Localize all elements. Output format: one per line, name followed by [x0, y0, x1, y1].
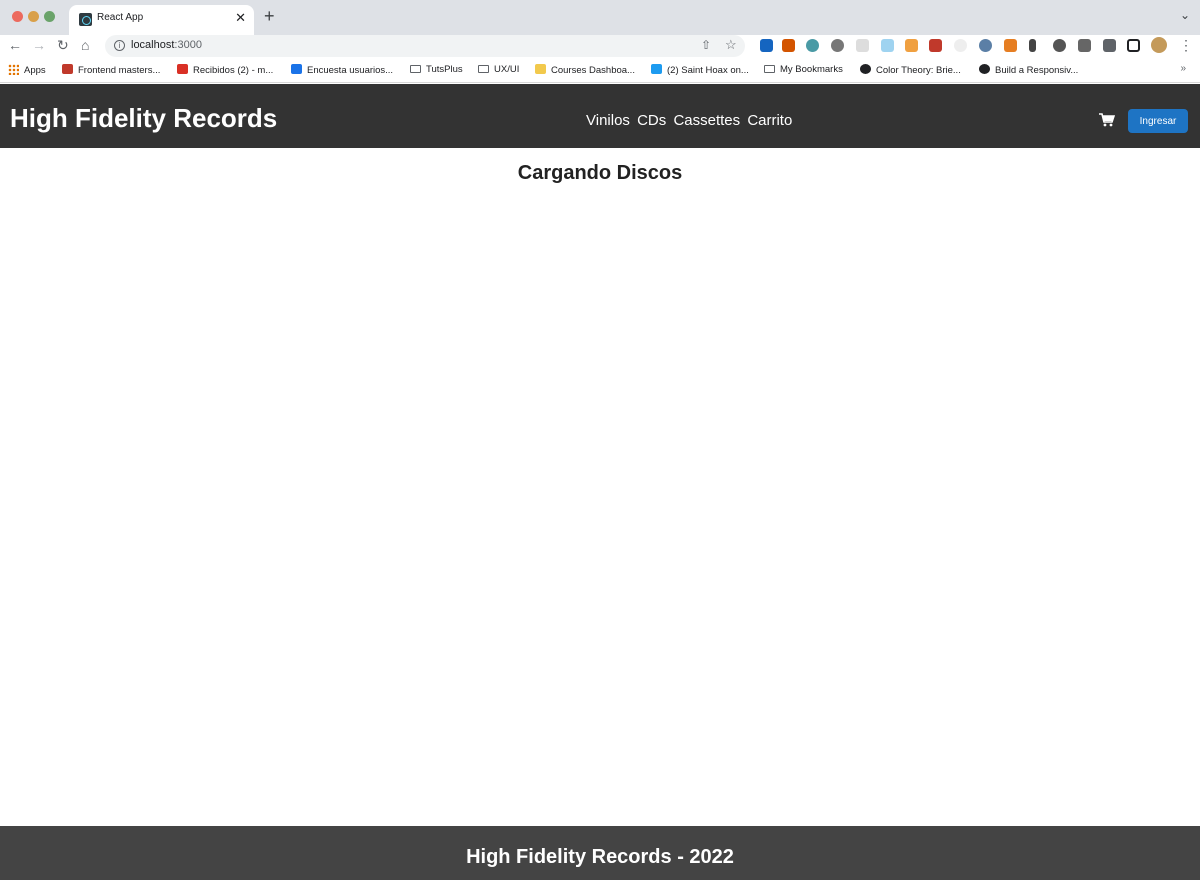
- bookmark-frontend-masters[interactable]: Frontend masters...: [62, 64, 160, 76]
- more-bookmarks-button[interactable]: »: [1180, 63, 1186, 74]
- window-minimize-button[interactable]: [28, 11, 39, 22]
- bookmark-star-icon[interactable]: ☆: [725, 37, 737, 53]
- bookmark-my-bookmarks[interactable]: My Bookmarks: [764, 64, 843, 75]
- brand-title[interactable]: High Fidelity Records: [10, 103, 277, 134]
- footer-text: High Fidelity Records - 2022: [466, 846, 734, 868]
- share-icon[interactable]: ⇧: [701, 38, 711, 52]
- bookmarks-bar: Apps Frontend masters... Recibidos (2) -…: [0, 59, 1200, 83]
- forms-icon: [291, 64, 302, 74]
- browser-toolbar: ← → ↻ ⌂ i localhost:3000 ⇧ ☆ ⋮: [0, 35, 1200, 59]
- folder-icon: [764, 65, 775, 73]
- build-icon: [979, 64, 990, 74]
- browser-tab[interactable]: React App ✕: [69, 5, 254, 35]
- extension-pen-icon[interactable]: [760, 39, 773, 52]
- extension-circle-icon[interactable]: [831, 39, 844, 52]
- reload-icon[interactable]: ↻: [57, 37, 69, 54]
- extension-recycle-icon[interactable]: [856, 39, 869, 52]
- back-arrow-icon[interactable]: ←: [8, 37, 22, 53]
- site-info-icon[interactable]: i: [114, 40, 125, 51]
- extension-white-icon[interactable]: [954, 39, 967, 52]
- side-panel-icon[interactable]: [1127, 39, 1140, 52]
- new-tab-button[interactable]: +: [264, 6, 275, 27]
- bookmark-build-responsive[interactable]: Build a Responsiv...: [979, 64, 1078, 76]
- browser-menu-icon[interactable]: ⋮: [1179, 37, 1193, 54]
- extension-m-icon[interactable]: [806, 39, 819, 52]
- cart-icon[interactable]: [1099, 113, 1115, 127]
- color-theory-icon: [860, 64, 871, 74]
- home-icon[interactable]: ⌂: [81, 37, 89, 53]
- bookmark-uxui[interactable]: UX/UI: [478, 64, 519, 75]
- forward-arrow-icon[interactable]: →: [32, 37, 46, 53]
- extension-grid-icon[interactable]: [782, 39, 795, 52]
- bookmark-color-theory[interactable]: Color Theory: Brie...: [860, 64, 961, 76]
- app-header: High Fidelity Records Vinilos CDs Casset…: [0, 84, 1200, 148]
- extensions-puzzle-icon[interactable]: [1103, 39, 1116, 52]
- extension-sync-icon[interactable]: [1053, 39, 1066, 52]
- react-favicon-icon: [79, 13, 92, 26]
- apps-grid-icon: [8, 64, 19, 75]
- folder-icon: [410, 65, 421, 73]
- extension-orange-icon[interactable]: [905, 39, 918, 52]
- bookmark-apps[interactable]: Apps: [8, 64, 46, 76]
- window-close-button[interactable]: [12, 11, 23, 22]
- nav-link-carrito[interactable]: Carrito: [747, 112, 792, 129]
- extension-brush-icon[interactable]: [1004, 39, 1017, 52]
- bookmark-courses-dashboard[interactable]: Courses Dashboa...: [535, 64, 635, 76]
- tab-close-icon[interactable]: ✕: [235, 10, 246, 26]
- address-bar[interactable]: i localhost:3000 ⇧ ☆: [105, 35, 745, 57]
- tab-list-chevron-icon[interactable]: ⌄: [1180, 8, 1190, 22]
- bookmark-twitter[interactable]: (2) Saint Hoax on...: [651, 64, 749, 76]
- main-nav: Vinilos CDs Cassettes Carrito: [586, 112, 795, 129]
- app-footer: High Fidelity Records - 2022: [0, 826, 1200, 880]
- bookmark-tutsplus[interactable]: TutsPlus: [410, 64, 463, 75]
- nav-link-cassettes[interactable]: Cassettes: [673, 112, 740, 129]
- twitter-icon: [651, 64, 662, 74]
- extension-blue-icon[interactable]: [979, 39, 992, 52]
- bookmark-gmail[interactable]: Recibidos (2) - m...: [177, 64, 273, 76]
- extension-clapper-icon[interactable]: [1078, 39, 1091, 52]
- extension-red-icon[interactable]: [929, 39, 942, 52]
- nav-link-cds[interactable]: CDs: [637, 112, 666, 129]
- extension-screen-icon[interactable]: [881, 39, 894, 52]
- loading-message: Cargando Discos: [517, 162, 683, 184]
- url-text[interactable]: localhost:3000: [131, 39, 202, 51]
- login-button[interactable]: Ingresar: [1128, 109, 1188, 133]
- extension-pin-icon[interactable]: [1029, 39, 1036, 52]
- tab-title: React App: [97, 12, 144, 23]
- gmail-icon: [177, 64, 188, 74]
- window-maximize-button[interactable]: [44, 11, 55, 22]
- frontend-masters-icon: [62, 64, 73, 74]
- folder-icon: [478, 65, 489, 73]
- crown-icon: [535, 64, 546, 74]
- browser-tab-bar: React App ✕ + ⌄: [0, 0, 1200, 35]
- nav-link-vinilos[interactable]: Vinilos: [586, 112, 630, 129]
- profile-avatar[interactable]: [1151, 37, 1167, 53]
- bookmark-encuesta[interactable]: Encuesta usuarios...: [291, 64, 393, 76]
